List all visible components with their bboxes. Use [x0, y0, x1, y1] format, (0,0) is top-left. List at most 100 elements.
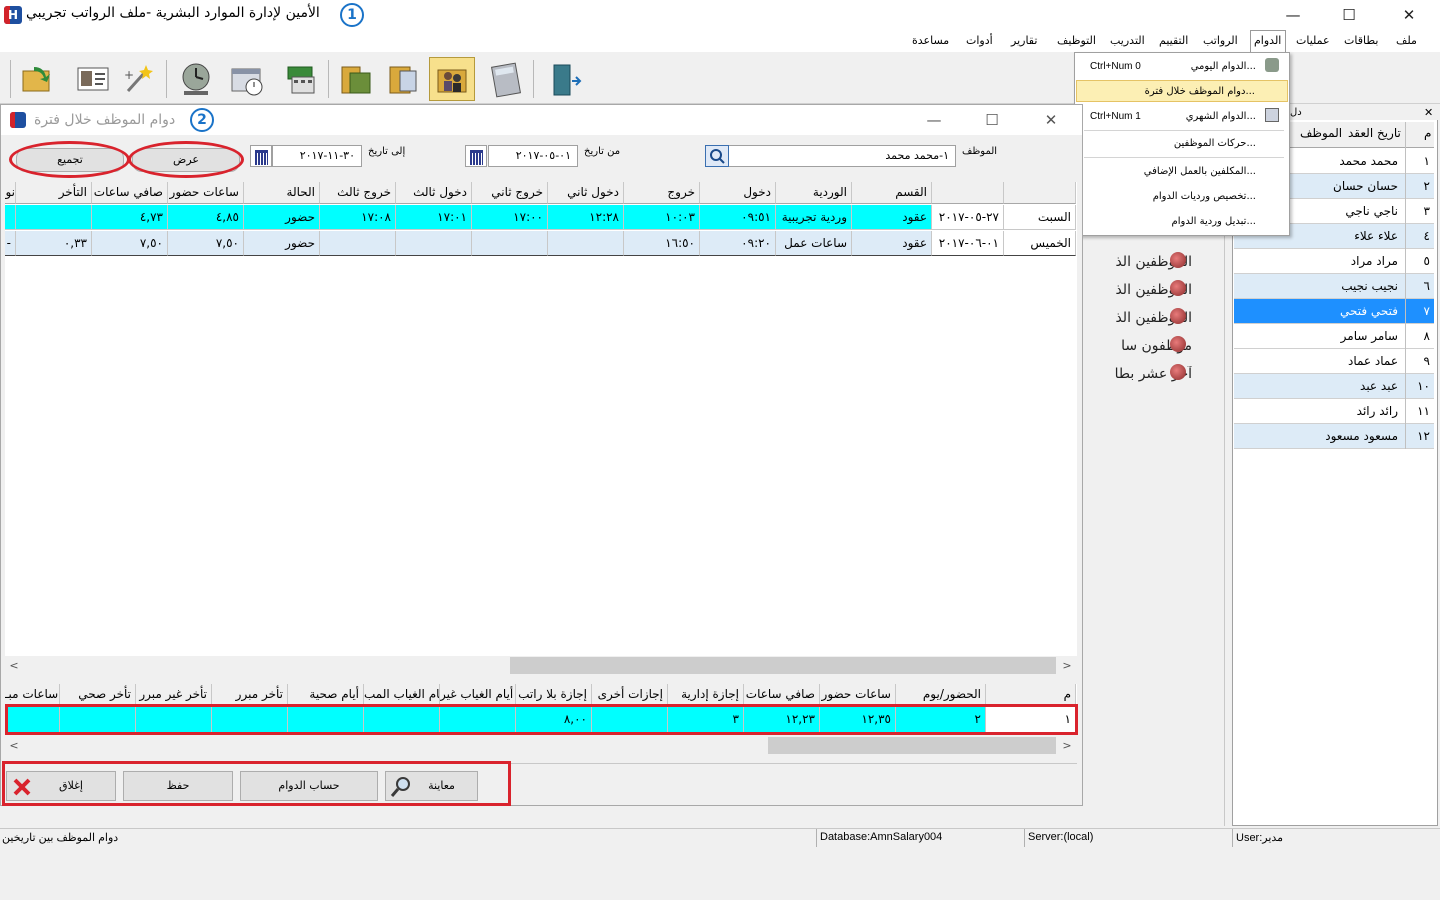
row-in3[interactable]: [396, 231, 472, 256]
summary-header-excused-absence[interactable]: أيام الغياب المب: [364, 684, 440, 706]
menu-item-assign-shifts[interactable]: تخصيص ورديات الدوام...: [1076, 186, 1288, 208]
grid-header-other[interactable]: نو: [5, 182, 16, 204]
menu-help[interactable]: مساعدة: [912, 34, 949, 47]
monthly-attendance-tool[interactable]: [224, 57, 270, 101]
col-employee-header[interactable]: الموظف: [1300, 126, 1342, 140]
employee-row[interactable]: نجيب نجيب ٦: [1234, 274, 1434, 299]
menu-item-change-shift[interactable]: تبديل وردية الدوام...: [1076, 211, 1288, 233]
row-hours[interactable]: ٤,٨٥: [168, 205, 244, 230]
employee-row[interactable]: عماد عماد ٩: [1234, 349, 1434, 374]
row-net-hours[interactable]: ٧,٥٠: [92, 231, 168, 256]
grid-header-shift[interactable]: الوردية: [776, 182, 852, 204]
panel-close-icon[interactable]: ✕: [1424, 106, 1433, 119]
employee-card-tool[interactable]: [70, 57, 116, 101]
row-out3[interactable]: [320, 231, 396, 256]
summary-header-hours[interactable]: ساعات حضور: [820, 684, 896, 706]
employee-search-button[interactable]: [705, 145, 729, 167]
menu-item-employee-period-attendance[interactable]: دوام الموظف خلال فترة...: [1076, 80, 1288, 102]
employee-row[interactable]: سامر سامر ٨: [1234, 324, 1434, 349]
summary-header-num[interactable]: م: [986, 684, 1076, 706]
row-date[interactable]: ٠١-٠٦-٢٠١٧: [932, 231, 1004, 256]
row-net-hours[interactable]: ٤,٧٣: [92, 205, 168, 230]
menu-evaluation[interactable]: التقييم: [1159, 34, 1188, 47]
menu-item-monthly-attendance[interactable]: الدوام الشهري... Ctrl+Num 1: [1076, 106, 1288, 128]
row-in2[interactable]: [548, 231, 624, 256]
summary-header-unexcused-late[interactable]: تأخر غير مبرر: [136, 684, 212, 706]
row-date[interactable]: ٢٧-٠٥-٢٠١٧: [932, 205, 1004, 230]
row-late[interactable]: ٠,٣٣: [16, 231, 92, 256]
menu-operations[interactable]: عمليات: [1296, 34, 1330, 47]
summary-header-admin-leave[interactable]: إجازة إدارية: [668, 684, 744, 706]
grid-header-in1[interactable]: دخول: [700, 182, 776, 204]
employee-row-selected[interactable]: فتحي فتحي ٧: [1234, 299, 1434, 324]
menu-item-employee-movements[interactable]: حركات الموظفين...: [1076, 133, 1288, 155]
row-out3[interactable]: ١٧:٠٨: [320, 205, 396, 230]
grid-header-out2[interactable]: خروج ثاني: [472, 182, 548, 204]
summary-header-sick-days[interactable]: أيام صحية: [288, 684, 364, 706]
documents-tool[interactable]: [380, 57, 426, 101]
from-date-field[interactable]: ٠١-٠٥-٢٠١٧: [488, 145, 578, 167]
row-other[interactable]: -: [5, 231, 16, 256]
grid-header-out3[interactable]: خروج ثالث: [320, 182, 396, 204]
to-date-calendar-icon[interactable]: [250, 145, 272, 167]
row-late[interactable]: [16, 205, 92, 230]
grid-header-status[interactable]: الحالة: [244, 182, 320, 204]
menu-reports[interactable]: تقارير: [1011, 34, 1037, 47]
row-out2[interactable]: [472, 231, 548, 256]
scroll-right-arrow[interactable]: >: [1059, 657, 1075, 674]
row-status[interactable]: حضور: [244, 231, 320, 256]
row-other[interactable]: [5, 205, 16, 230]
grid-header-dept[interactable]: القسم: [852, 182, 932, 204]
dialog-maximize-button[interactable]: ☐: [972, 108, 1012, 132]
scrollbar-thumb[interactable]: [510, 657, 1056, 674]
menu-item-overtime-assigned[interactable]: المكلفين بالعمل الإضافي...: [1076, 161, 1288, 183]
grid-header-in2[interactable]: دخول ثاني: [548, 182, 624, 204]
menu-file[interactable]: ملف: [1396, 34, 1417, 47]
employee-field[interactable]: ١-محمد محمد: [728, 145, 956, 167]
records-tool[interactable]: [332, 57, 378, 101]
summary-header-unexcused-absence[interactable]: أيام الغياب غير: [440, 684, 516, 706]
summary-header-excused-late[interactable]: تأخر مبرر: [212, 684, 288, 706]
row-day[interactable]: الخميس: [1004, 231, 1076, 256]
grid-header-hours[interactable]: ساعات حضور: [168, 182, 244, 204]
maximize-button[interactable]: ☐: [1326, 2, 1372, 28]
row-in3[interactable]: ١٧:٠١: [396, 205, 472, 230]
menu-tools[interactable]: أدوات: [966, 34, 993, 47]
menu-recruitment[interactable]: التوظيف: [1057, 34, 1096, 47]
row-dept[interactable]: عقود: [852, 205, 932, 230]
exit-tool[interactable]: [542, 57, 588, 101]
grid-header-in3[interactable]: دخول ثالث: [396, 182, 472, 204]
row-out2[interactable]: ١٧:٠٠: [472, 205, 548, 230]
summary-header-sick-late[interactable]: تأخر صحي: [60, 684, 136, 706]
col-contract-date-header[interactable]: تاريخ العقد: [1348, 126, 1401, 140]
close-button[interactable]: ✕: [1386, 2, 1432, 28]
summary-header-overtime[interactable]: ساعات مبـ: [5, 684, 60, 706]
row-day[interactable]: السبت: [1004, 205, 1076, 230]
employee-row[interactable]: مراد مراد ٥: [1234, 249, 1434, 274]
col-num-header[interactable]: م: [1424, 126, 1431, 140]
minimize-button[interactable]: —: [1270, 2, 1316, 28]
grid-header-late[interactable]: التأخر: [16, 182, 92, 204]
salaries-tool[interactable]: [278, 57, 324, 101]
scroll-right-arrow[interactable]: >: [1059, 737, 1075, 754]
menu-salaries[interactable]: الرواتب: [1203, 34, 1238, 47]
summary-header-attendance-days[interactable]: الحضور/يوم: [896, 684, 986, 706]
row-dept[interactable]: عقود: [852, 231, 932, 256]
add-employee-tool[interactable]: +: [116, 57, 162, 101]
grid-header-out1[interactable]: خروج: [624, 182, 700, 204]
employee-row[interactable]: رائد رائد ١١: [1234, 399, 1434, 424]
menu-training[interactable]: التدريب: [1110, 34, 1145, 47]
menu-attendance[interactable]: الدوام: [1254, 34, 1281, 47]
dialog-close-button[interactable]: ✕: [1031, 108, 1071, 132]
menu-item-daily-attendance[interactable]: الدوام اليومي... Ctrl+Num 0: [1076, 56, 1288, 78]
row-shift[interactable]: وردية تجريبية: [776, 205, 852, 230]
row-shift[interactable]: ساعات عمل: [776, 231, 852, 256]
calculator-tool[interactable]: [482, 57, 528, 101]
employee-row[interactable]: مسعود مسعود ١٢: [1234, 424, 1434, 449]
employee-period-attendance-tool[interactable]: [429, 57, 475, 101]
daily-attendance-tool[interactable]: [172, 57, 218, 101]
row-in1[interactable]: ٠٩:٥١: [700, 205, 776, 230]
summary-header-unpaid-leave[interactable]: إجازة بلا راتب: [516, 684, 592, 706]
row-out1[interactable]: ١٠:٠٣: [624, 205, 700, 230]
summary-header-net-hours[interactable]: صافي ساعات: [744, 684, 820, 706]
